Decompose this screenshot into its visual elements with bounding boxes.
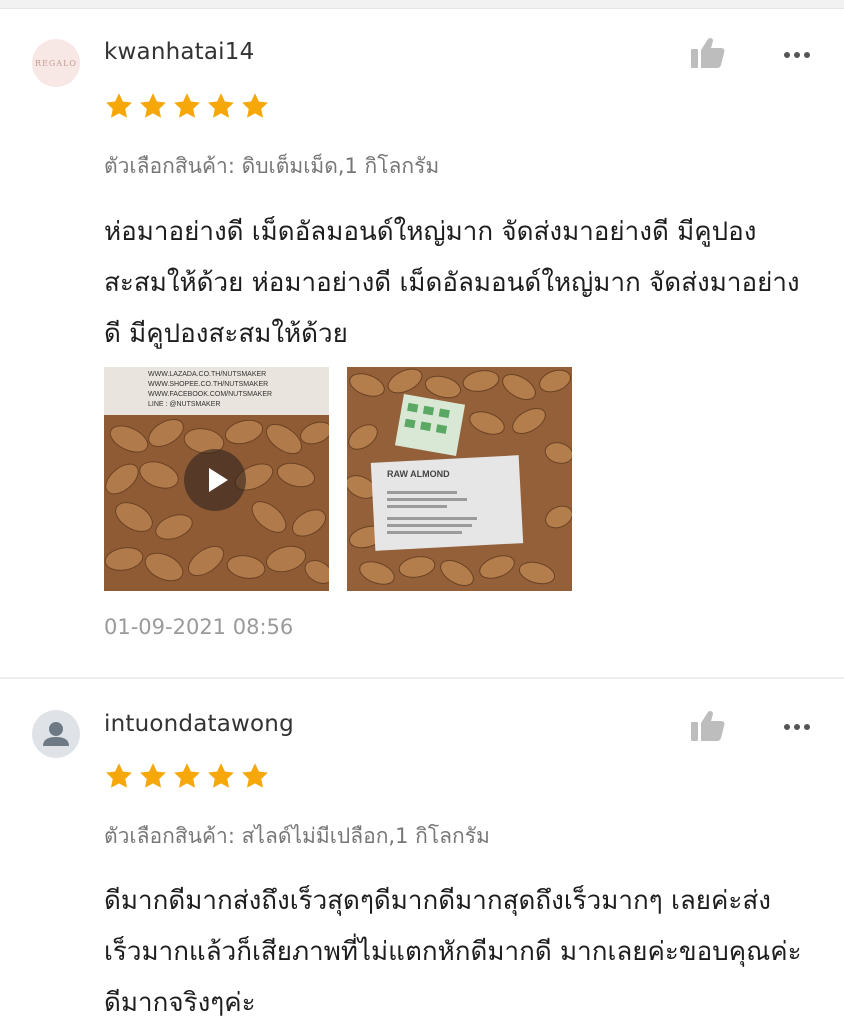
play-icon	[209, 468, 228, 492]
reviewer-username: kwanhatai14	[104, 39, 255, 65]
bag-label-line: LINE : @NUTSMAKER	[148, 401, 220, 408]
star-icon	[208, 93, 234, 118]
review-comment: ดีมากดีมากส่งถึงเร็วสุดๆดีมากดีมากสุดถึง…	[104, 886, 802, 1018]
review-photo-thumbnail[interactable]: RAW ALMOND	[347, 367, 572, 591]
star-icon	[208, 763, 234, 788]
star-icon	[106, 93, 132, 118]
bag-label-line: WWW.LAZADA.CO.TH/NUTSMAKER	[148, 371, 266, 378]
star-icon	[174, 763, 200, 788]
star-icon	[140, 763, 166, 788]
bag-label-title: RAW ALMOND	[387, 469, 450, 479]
product-variant: ตัวเลือกสินค้า: ดิบเต็มเม็ด,1 กิโลกรัม	[104, 154, 440, 178]
star-rating	[104, 91, 270, 121]
star-icon	[106, 763, 132, 788]
avatar[interactable]: REGALO	[32, 39, 80, 87]
thumbs-up-icon[interactable]	[690, 709, 726, 743]
reviewer-username: intuondatawong	[104, 711, 294, 737]
almond-bag-photo: RAW ALMOND	[347, 367, 572, 591]
star-rating	[104, 761, 270, 791]
star-icon	[242, 763, 268, 788]
more-options-icon[interactable]	[782, 722, 812, 732]
avatar[interactable]	[32, 710, 80, 758]
bag-label-line: WWW.SHOPEE.CO.TH/NUTSMAKER	[148, 381, 268, 388]
review-item: REGALO kwanhatai14 ตัวเลือกสินค้า: ดิบเต…	[0, 9, 844, 677]
avatar-logo-text: REGALO	[35, 58, 77, 68]
more-options-icon[interactable]	[782, 50, 812, 60]
play-video-button[interactable]	[184, 449, 246, 511]
star-icon	[242, 93, 268, 118]
review-timestamp: 01-09-2021 08:56	[104, 615, 294, 639]
review-comment: ห่อมาอย่างดี เม็ดอัลมอนด์ใหญ่มาก จัดส่งม…	[104, 217, 800, 349]
product-variant: ตัวเลือกสินค้า: สไลด์ไม่มีเปลือก,1 กิโลก…	[104, 824, 490, 848]
top-separator	[0, 0, 844, 9]
review-video-thumbnail[interactable]: WWW.LAZADA.CO.TH/NUTSMAKER WWW.SHOPEE.CO…	[104, 367, 329, 591]
star-icon	[174, 93, 200, 118]
thumbs-up-icon[interactable]	[690, 36, 726, 70]
review-item: intuondatawong ตัวเลือกสินค้า: สไลด์ไม่ม…	[0, 679, 844, 1024]
review-media: WWW.LAZADA.CO.TH/NUTSMAKER WWW.SHOPEE.CO…	[104, 367, 572, 591]
user-icon	[43, 722, 69, 746]
bag-label-line: WWW.FACEBOOK.COM/NUTSMAKER	[148, 391, 272, 398]
star-icon	[140, 93, 166, 118]
